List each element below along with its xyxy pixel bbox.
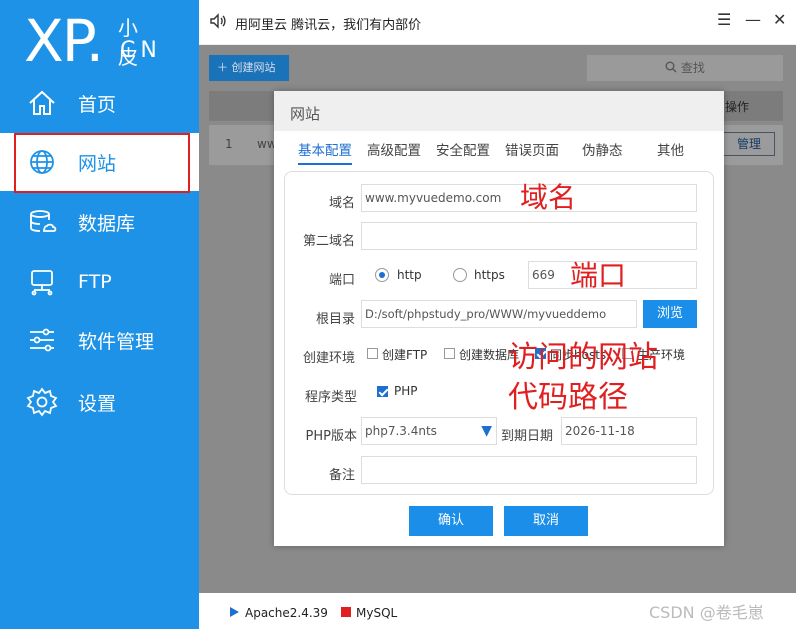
- announcement-text[interactable]: 用阿里云 腾讯云，我们有内部价: [235, 14, 421, 33]
- https-radio[interactable]: [453, 268, 467, 282]
- program-type-label: 程序类型: [304, 390, 357, 405]
- mysql-status[interactable]: MySQL: [356, 606, 397, 620]
- annotation-path-line2: 代码路径: [508, 380, 628, 415]
- sidebar-item-label: 设置: [78, 392, 117, 415]
- root-label: 根目录: [315, 312, 355, 327]
- annotation-domain: 域名: [520, 181, 577, 214]
- sidebar-item-software[interactable]: 软件管理: [0, 311, 199, 369]
- minimize-icon[interactable]: —: [745, 10, 761, 29]
- second-domain-label: 第二域名: [302, 234, 355, 249]
- sidebar-item-home[interactable]: 首页: [0, 74, 199, 132]
- second-domain-input[interactable]: [361, 222, 697, 250]
- gear-icon: [26, 387, 58, 417]
- php-label: PHP: [394, 384, 418, 398]
- tab-basic[interactable]: 基本配置: [298, 139, 352, 165]
- search-icon: [665, 61, 677, 73]
- expire-input[interactable]: 2026-11-18: [561, 417, 697, 445]
- annotation-port: 端口: [570, 259, 627, 292]
- sidebar-item-settings[interactable]: 设置: [0, 373, 199, 431]
- globe-icon: [30, 150, 54, 174]
- dropdown-arrow-icon: ▼: [481, 423, 492, 439]
- tab-rewrite[interactable]: 伪静态: [582, 139, 623, 159]
- php-version-label: PHP版本: [305, 429, 357, 444]
- root-input[interactable]: D:/soft/phpstudy_pro/WWW/myvueddemo: [361, 300, 637, 328]
- dialog-title-bar: 网站: [274, 91, 724, 131]
- status-bar: Apache2.4.39 MySQL CSDN @卷毛崽: [199, 593, 796, 629]
- row-number: 1: [225, 137, 233, 151]
- sidebar-item-label: 首页: [78, 93, 117, 116]
- logo-domain: CN: [120, 38, 162, 63]
- tab-other[interactable]: 其他: [657, 139, 684, 159]
- php-checkbox[interactable]: [377, 386, 388, 397]
- stop-icon: [341, 607, 351, 617]
- speaker-icon: [210, 13, 226, 29]
- manage-button[interactable]: 管理: [723, 132, 775, 156]
- apache-status[interactable]: Apache2.4.39: [245, 606, 328, 620]
- annotation-path-line1: 访问的网站: [508, 340, 658, 375]
- php-version-select[interactable]: php7.3.4nts ▼: [361, 417, 497, 445]
- env-ftp-checkbox[interactable]: [367, 348, 378, 359]
- tab-error-pages[interactable]: 错误页面: [505, 139, 559, 159]
- browse-button[interactable]: 浏览: [643, 300, 697, 328]
- top-bar: 用阿里云 腾讯云，我们有内部价 ☰ — ✕: [199, 0, 796, 45]
- website-dialog: 网站 基本配置 高级配置 安全配置 错误页面 伪静态 其他 域名 www.myv…: [274, 91, 724, 546]
- port-label: 端口: [328, 273, 355, 288]
- database-icon: [30, 210, 57, 232]
- domain-label: 域名: [328, 196, 355, 211]
- tab-security[interactable]: 安全配置: [436, 139, 490, 159]
- cancel-button[interactable]: 取消: [504, 506, 588, 536]
- sliders-icon: [30, 328, 54, 352]
- create-website-label: 创建网站: [231, 61, 276, 74]
- header-operation: 操作: [725, 100, 750, 114]
- ftp-icon: [31, 270, 53, 296]
- watermark: CSDN @卷毛崽: [649, 603, 764, 622]
- search-input[interactable]: 查找: [587, 55, 783, 81]
- home-icon: [29, 90, 55, 115]
- dialog-tabs: 基本配置 高级配置 安全配置 错误页面 伪静态 其他: [292, 135, 706, 165]
- env-db-checkbox[interactable]: [444, 348, 455, 359]
- logo-main: XP.: [24, 7, 104, 75]
- expire-label: 到期日期: [501, 429, 554, 444]
- sidebar-item-database[interactable]: 数据库: [0, 193, 199, 251]
- dialog-title: 网站: [290, 105, 321, 123]
- http-radio[interactable]: [375, 268, 389, 282]
- sidebar: XP. 小皮 CN 首页 网站 数据库 FTP 软件管理 设置: [0, 0, 199, 629]
- https-label: https: [474, 268, 505, 282]
- sidebar-item-label: 网站: [78, 152, 117, 175]
- sidebar-item-label: 软件管理: [78, 330, 155, 353]
- env-ftp-label: 创建FTP: [382, 348, 428, 362]
- php-version-value: php7.3.4nts: [365, 424, 437, 438]
- close-icon[interactable]: ✕: [773, 10, 786, 29]
- play-icon: [230, 607, 239, 617]
- env-label: 创建环境: [302, 351, 355, 366]
- note-label: 备注: [328, 468, 355, 483]
- search-placeholder: 查找: [680, 61, 705, 75]
- sidebar-item-website[interactable]: 网站: [0, 133, 199, 193]
- sidebar-item-ftp[interactable]: FTP: [0, 253, 199, 311]
- menu-icon[interactable]: ☰: [717, 10, 731, 29]
- http-label: http: [397, 268, 422, 282]
- confirm-button[interactable]: 确认: [409, 506, 493, 536]
- note-input[interactable]: [361, 456, 697, 484]
- tab-advanced[interactable]: 高级配置: [367, 139, 421, 159]
- sidebar-item-label: 数据库: [78, 212, 136, 235]
- create-website-button[interactable]: ＋ 创建网站: [209, 55, 289, 81]
- sidebar-item-label: FTP: [78, 271, 112, 293]
